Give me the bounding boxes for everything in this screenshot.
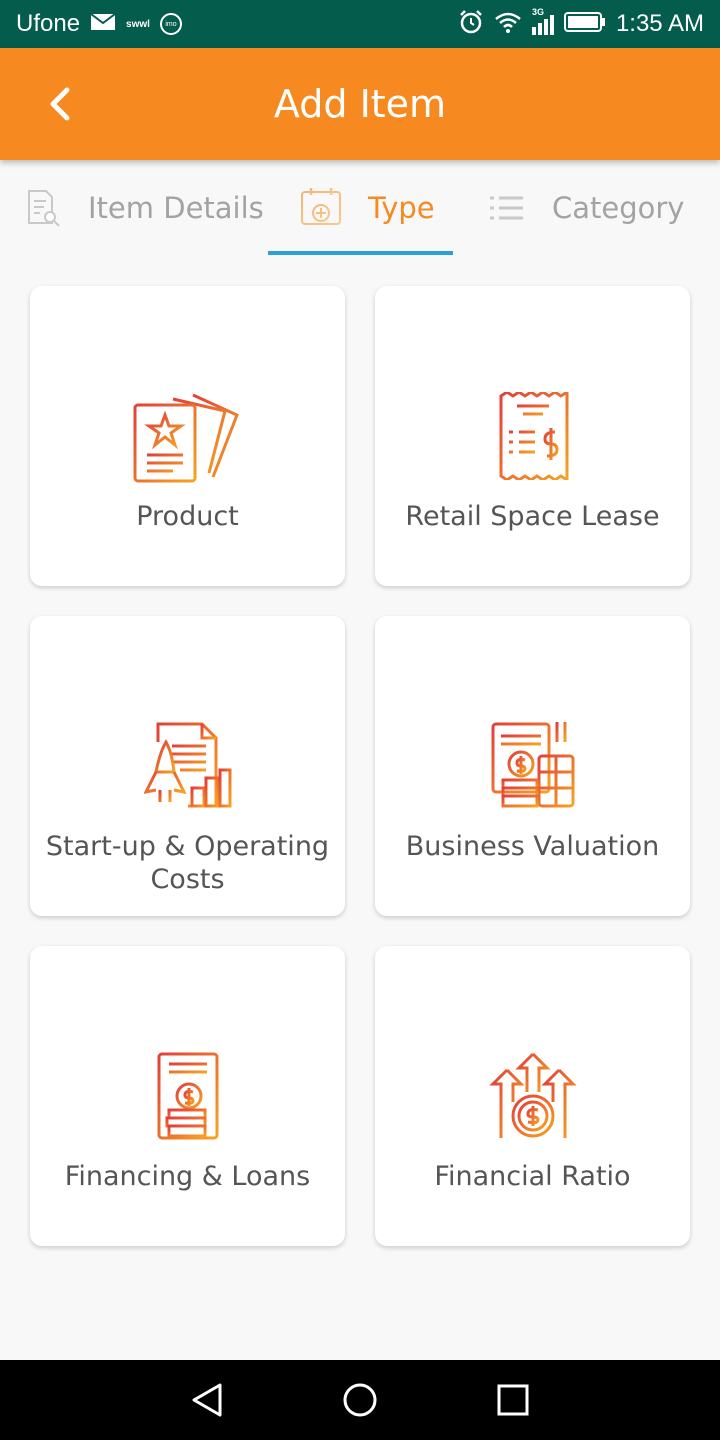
- card-label: Financing & Loans: [64, 1161, 311, 1192]
- clock: 1:35 AM: [615, 10, 704, 37]
- signal-icon: 3G: [531, 7, 554, 35]
- type-card-financing-loans[interactable]: Financing & Loans: [30, 946, 345, 1246]
- calendar-add-icon: [301, 188, 341, 225]
- tab-label: Type: [368, 191, 435, 225]
- page-title: Add Item: [273, 82, 447, 126]
- network-type: 3G: [531, 7, 544, 17]
- wifi-icon: [494, 11, 522, 38]
- type-card-retail-space-lease[interactable]: Retail Space Lease: [375, 286, 690, 586]
- swwl-indicator: swwl: [126, 18, 150, 30]
- type-card-product[interactable]: Product: [30, 286, 345, 586]
- battery-icon: [563, 11, 606, 38]
- growth-arrows-coin-icon: [375, 1052, 690, 1140]
- type-card-business-valuation[interactable]: Business Valuation: [375, 616, 690, 916]
- imo-icon: imo: [159, 13, 182, 35]
- active-tab-indicator: [268, 251, 453, 255]
- card-label: Product: [136, 501, 239, 532]
- tab-type[interactable]: Type: [300, 160, 435, 256]
- app-bar: Add Item: [0, 48, 720, 160]
- mail-icon: [90, 12, 116, 37]
- tab-item-details[interactable]: Item Details: [26, 160, 264, 256]
- list-icon: [490, 196, 523, 220]
- document-search-icon: [28, 190, 60, 227]
- back-button[interactable]: [36, 80, 84, 128]
- rocket-document-icon: [30, 722, 345, 810]
- nav-back-button[interactable]: [177, 1370, 237, 1430]
- card-label: Business Valuation: [405, 831, 660, 862]
- nav-home-button[interactable]: [330, 1370, 390, 1430]
- chevron-left-icon: [50, 87, 70, 121]
- card-label-line: Start-up & Operating: [45, 831, 330, 862]
- nav-recents-button[interactable]: [483, 1370, 543, 1430]
- tab-label: Category: [552, 191, 685, 225]
- card-label: Start-up & Operating Costs: [30, 830, 345, 896]
- system-nav-bar: [0, 1360, 720, 1440]
- carrier-name: Ufone: [16, 10, 81, 37]
- triangle-back-icon: [192, 1383, 222, 1417]
- calculator-coins-icon: [375, 722, 690, 808]
- alarm-icon: [458, 9, 484, 40]
- type-card-start-up-operating-costs[interactable]: Start-up & Operating Costs: [30, 616, 345, 916]
- tab-category[interactable]: Category: [488, 160, 684, 256]
- status-bar: Ufone swwl imo 3G 1:35 AM: [0, 0, 720, 48]
- product-cards-icon: [30, 389, 345, 485]
- type-card-financial-ratio[interactable]: Financial Ratio: [375, 946, 690, 1246]
- card-label-line: Costs: [150, 864, 225, 895]
- circle-home-icon: [343, 1383, 377, 1417]
- card-label: Retail Space Lease: [405, 501, 660, 532]
- tab-label: Item Details: [88, 191, 264, 225]
- square-recents-icon: [497, 1384, 529, 1416]
- card-label: Financial Ratio: [434, 1161, 631, 1192]
- document-coins-icon: [30, 1052, 345, 1140]
- tab-bar: Item Details Type Category: [0, 160, 720, 256]
- receipt-dollar-icon: [375, 392, 690, 480]
